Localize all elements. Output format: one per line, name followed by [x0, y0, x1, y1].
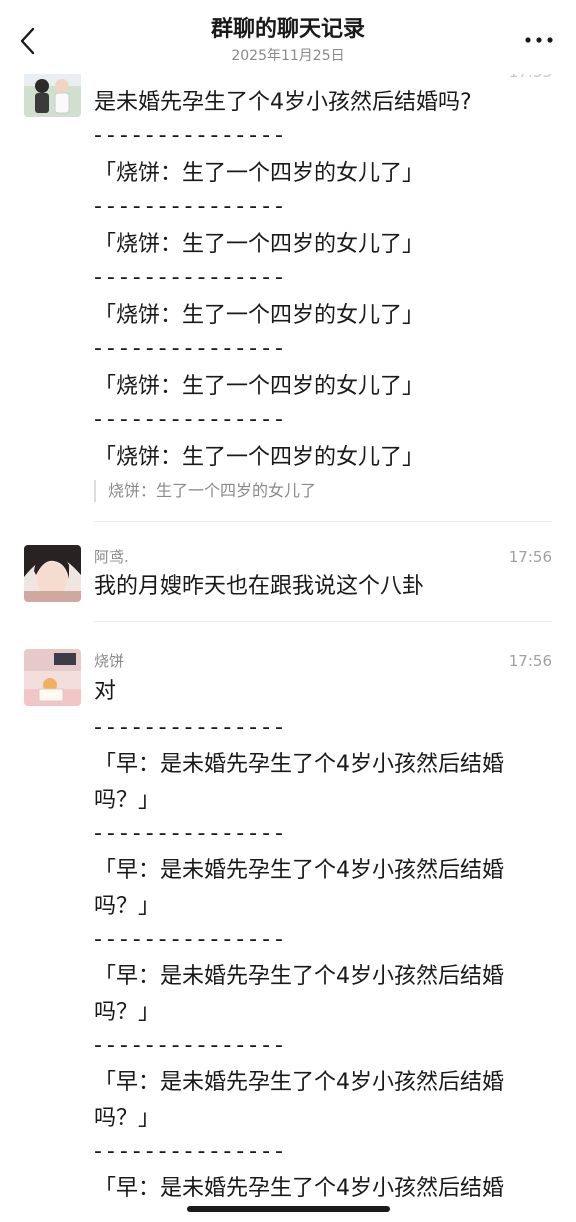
quoted-text: 「早：是未婚先孕生了个4岁小孩然后结婚	[94, 1070, 504, 1095]
separator-line: - - - - - - - - - - - - - - -	[94, 407, 283, 432]
quoted-text: 「烧饼：生了一个四岁的女儿了」	[94, 445, 425, 470]
quoted-text: 「烧饼：生了一个四岁的女儿了」	[94, 303, 425, 328]
avatar-image	[24, 649, 81, 706]
home-indicator[interactable]	[187, 1206, 390, 1212]
separator-line: - - - - - - - - - - - - - - -	[94, 336, 283, 361]
quoted-text: 「早：是未婚先孕生了个4岁小孩然后结婚	[94, 1176, 504, 1201]
page-date: 2025年11月25日	[231, 48, 345, 64]
reply-quote[interactable]: 烧饼：生了一个四岁的女儿了	[94, 480, 316, 502]
separator-line: - - - - - - - - - - - - - - -	[94, 1139, 283, 1164]
avatar-message-2[interactable]	[24, 545, 81, 602]
more-button[interactable]	[524, 32, 554, 48]
avatar-image	[24, 545, 81, 602]
separator-line: - - - - - - - - - - - - - - -	[94, 821, 283, 846]
message-divider	[94, 621, 552, 622]
quoted-text: 「早：是未婚先孕生了个4岁小孩然后结婚	[94, 964, 504, 989]
quoted-text: 吗？」	[94, 1106, 161, 1131]
quoted-text: 吗？」	[94, 1000, 161, 1025]
message-text: 是未婚先孕生了个4岁小孩然后结婚吗?	[94, 90, 472, 115]
message-divider	[94, 521, 552, 522]
quoted-text: 「早：是未婚先孕生了个4岁小孩然后结婚	[94, 858, 504, 883]
separator-line: - - - - - - - - - - - - - - -	[94, 123, 283, 148]
page-title: 群聊的聊天记录	[210, 17, 365, 42]
message-text: 我的月嫂昨天也在跟我说这个八卦	[94, 574, 425, 599]
separator-line: - - - - - - - - - - - - - - -	[94, 1033, 283, 1058]
separator-line: - - - - - - - - - - - - - - -	[94, 715, 283, 740]
quoted-text: 「早：是未婚先孕生了个4岁小孩然后结婚	[94, 752, 504, 777]
message-text: 对	[94, 679, 117, 704]
quoted-text: 「烧饼：生了一个四岁的女儿了」	[94, 161, 425, 186]
quoted-text: 吗？」	[94, 788, 161, 813]
quoted-text: 「烧饼：生了一个四岁的女儿了」	[94, 374, 425, 399]
separator-line: - - - - - - - - - - - - - - -	[94, 927, 283, 952]
quoted-text: 「烧饼：生了一个四岁的女儿了」	[94, 232, 425, 257]
chat-record-list[interactable]: 17:55 是未婚先孕生了个4岁小孩然后结婚吗? - - - - - - - -…	[0, 0, 576, 1222]
separator-line: - - - - - - - - - - - - - - -	[94, 194, 283, 219]
quoted-text: 吗？」	[94, 894, 161, 919]
message-time: 17:56	[508, 548, 552, 566]
sender-name: 烧饼	[94, 652, 125, 670]
sender-name: 阿鸢.	[94, 548, 129, 566]
nav-header: 群聊的聊天记录 2025年11月25日	[0, 0, 576, 74]
avatar-message-3[interactable]	[24, 649, 81, 706]
message-time: 17:56	[508, 652, 552, 670]
separator-line: - - - - - - - - - - - - - - -	[94, 265, 283, 290]
more-dots-icon	[525, 37, 553, 43]
